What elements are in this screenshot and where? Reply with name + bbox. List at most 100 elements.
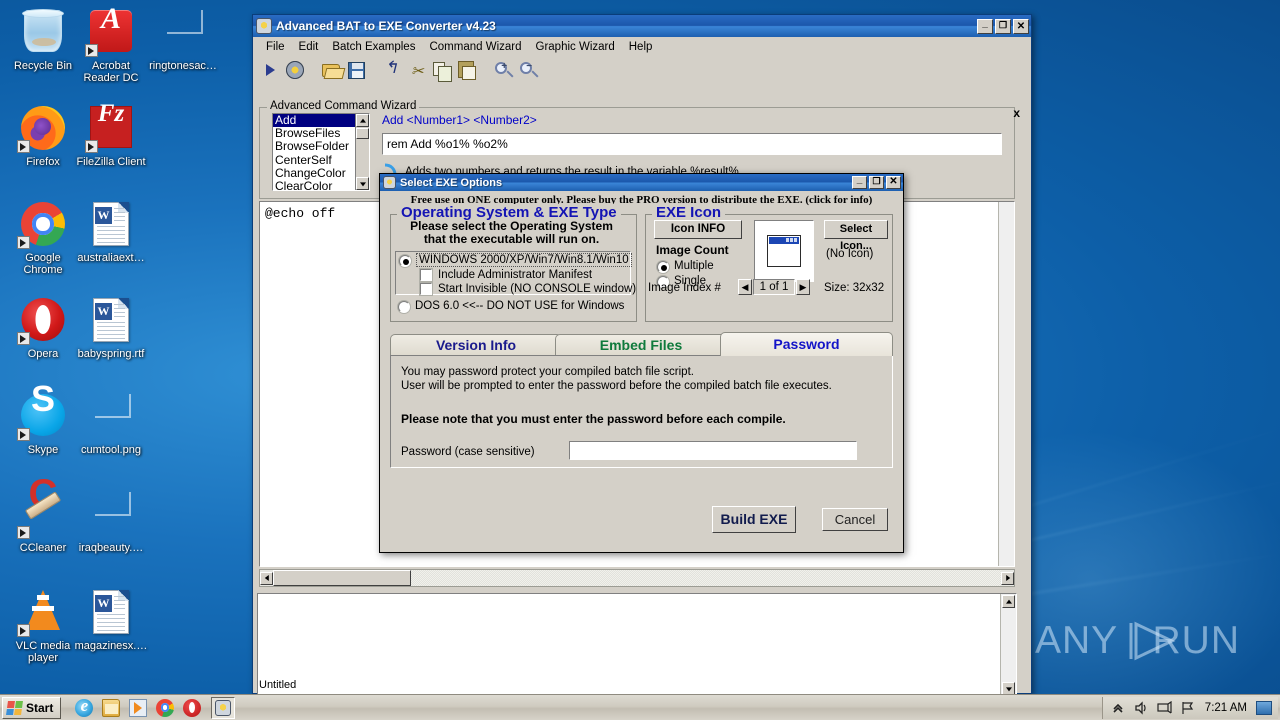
app-icon [215, 699, 232, 716]
command-wizard-close-button[interactable]: x [1013, 106, 1020, 120]
radio-multiple[interactable] [657, 261, 669, 273]
image-index-prev-button[interactable]: ◀ [738, 279, 752, 295]
desktop-icon-ringtonesac[interactable]: ringtonesac… [146, 8, 220, 72]
build-exe-button[interactable]: Build EXE [712, 506, 796, 533]
desktop-icon-skype[interactable]: Skype [6, 392, 80, 456]
password-tab-panel: You may password protect your compiled b… [390, 355, 893, 468]
recycle-bin-icon [6, 8, 80, 58]
start-button[interactable]: Start [2, 696, 62, 719]
menu-file[interactable]: File [259, 39, 292, 55]
desktop-icon-babyspring-rtf[interactable]: W babyspring.rtf [74, 296, 148, 360]
editor-vertical-scrollbar[interactable] [998, 202, 1014, 566]
dialog-close-button[interactable]: ✕ [886, 176, 901, 189]
network-icon[interactable] [1157, 700, 1173, 715]
dialog-window-buttons: _ ❐ ✕ [852, 174, 901, 189]
icon-info-button[interactable]: Icon INFO [654, 220, 742, 239]
checkbox-start-invisible[interactable] [420, 283, 432, 295]
close-button[interactable]: ✕ [1013, 18, 1029, 34]
operating-system-group: Operating System & EXE Type Please selec… [390, 204, 637, 322]
opera-icon[interactable] [183, 698, 202, 717]
compile-icon[interactable] [284, 59, 306, 81]
media-player-icon[interactable] [129, 698, 148, 717]
scroll-left-arrow-icon[interactable] [260, 571, 273, 585]
no-icon-label: (No Icon) [826, 248, 874, 260]
cancel-button[interactable]: Cancel [822, 508, 888, 531]
icon-size-label: Size: 32x32 [824, 282, 885, 294]
watermark-run-text: RUN [1152, 619, 1240, 662]
action-center-flag-icon[interactable] [1180, 701, 1196, 715]
desktop-icon-label: magazinesx.… [74, 640, 148, 652]
desktop-icon-opera[interactable]: Opera [6, 296, 80, 360]
scroll-down-arrow-icon[interactable] [356, 177, 369, 190]
menu-batch-examples[interactable]: Batch Examples [325, 39, 422, 55]
desktop-icon-google-chrome[interactable]: Google Chrome [6, 200, 80, 276]
explorer-icon[interactable] [102, 698, 121, 717]
desktop-icon-acrobat-reader[interactable]: Acrobat Reader DC [74, 8, 148, 84]
cut-icon[interactable]: ✂ [406, 59, 428, 81]
open-icon[interactable] [320, 59, 342, 81]
save-icon[interactable] [345, 59, 367, 81]
windows-option-box: WINDOWS 2000/XP/Win7/Win8.1/Win10 Includ… [395, 251, 636, 295]
menu-command-wizard[interactable]: Command Wizard [422, 39, 528, 55]
checkbox-admin-manifest-label[interactable]: Include Administrator Manifest [438, 269, 592, 281]
chrome-icon[interactable] [156, 698, 175, 717]
menu-help[interactable]: Help [622, 39, 660, 55]
volume-icon[interactable] [1134, 700, 1150, 715]
scrollbar-thumb[interactable] [356, 128, 369, 139]
editor-horizontal-scrollbar[interactable] [259, 569, 1015, 587]
dialog-titlebar[interactable]: Select EXE Options _ ❐ ✕ [380, 174, 903, 191]
desktop-icon-australiaext[interactable]: W australiaext… [74, 200, 148, 264]
paste-icon[interactable] [456, 59, 478, 81]
checkbox-admin-manifest[interactable] [420, 269, 432, 281]
dialog-minimize-button[interactable]: _ [852, 174, 867, 189]
tab-password[interactable]: Password [720, 332, 893, 356]
run-icon[interactable] [259, 59, 281, 81]
radio-windows-label[interactable]: WINDOWS 2000/XP/Win7/Win8.1/Win10 [416, 253, 632, 267]
select-icon-button[interactable]: Select Icon... [824, 220, 888, 252]
menu-edit[interactable]: Edit [292, 39, 326, 55]
desktop-icon-cumtool-png[interactable]: cumtool.png [74, 392, 148, 456]
radio-dos[interactable] [398, 301, 410, 313]
zoom-out-icon[interactable]: − [517, 59, 539, 81]
scrollbar-track[interactable] [273, 570, 1001, 586]
radio-multiple-label[interactable]: Multiple [674, 260, 714, 272]
menu-graphic-wizard[interactable]: Graphic Wizard [529, 39, 622, 55]
desktop-icon-iraqbeauty[interactable]: iraqbeauty.… [74, 490, 148, 554]
desktop-icon-label: iraqbeauty.… [78, 542, 144, 554]
main-window-titlebar[interactable]: Advanced BAT to EXE Converter v4.23 _ ❐ … [253, 15, 1031, 37]
ccleaner-icon [6, 488, 80, 540]
command-input-field[interactable]: rem Add %o1% %o2% [382, 133, 1002, 155]
dialog-maximize-button[interactable]: ❐ [869, 176, 884, 189]
toolbar: ✂ + − [253, 57, 1031, 83]
radio-windows[interactable] [399, 255, 411, 267]
desktop-icon-recycle-bin[interactable]: Recycle Bin [6, 8, 80, 72]
copy-icon[interactable] [431, 59, 453, 82]
scroll-up-arrow-icon[interactable] [1002, 595, 1015, 608]
desktop-icon-vlc-media-player[interactable]: VLC media player [6, 588, 80, 664]
zoom-in-icon[interactable]: + [492, 59, 514, 81]
image-index-next-button[interactable]: ▶ [796, 279, 810, 295]
command-list[interactable]: Add BrowseFiles BrowseFolder CenterSelf … [272, 113, 370, 191]
maximize-button[interactable]: ❐ [995, 18, 1011, 34]
desktop-icon-ccleaner[interactable]: CCleaner [6, 488, 80, 554]
scroll-up-arrow-icon[interactable] [356, 114, 369, 127]
command-list-scrollbar[interactable] [355, 114, 369, 190]
scroll-right-arrow-icon[interactable] [1001, 571, 1014, 585]
checkbox-start-invisible-label[interactable]: Start Invisible (NO CONSOLE window) [438, 283, 636, 295]
taskbar-clock[interactable]: 7:21 AM [1205, 702, 1247, 714]
shortcut-arrow-icon [17, 526, 30, 539]
password-input[interactable] [569, 441, 857, 460]
show-hidden-icons-icon[interactable] [1111, 701, 1127, 715]
desktop-icon-filezilla[interactable]: FileZilla Client [74, 104, 148, 168]
undo-icon[interactable] [381, 58, 403, 81]
tab-version-info[interactable]: Version Info [390, 334, 562, 356]
scrollbar-thumb[interactable] [273, 570, 411, 586]
taskbar-button-advanced-bat-to-exe-converter[interactable] [211, 696, 236, 719]
show-desktop-button[interactable] [1256, 700, 1272, 715]
desktop-icon-firefox[interactable]: Firefox [6, 104, 80, 168]
tab-embed-files[interactable]: Embed Files [555, 334, 727, 356]
minimize-button[interactable]: _ [977, 18, 993, 34]
radio-dos-label[interactable]: DOS 6.0 <<-- DO NOT USE for Windows [415, 300, 624, 312]
desktop-icon-magazinesx[interactable]: W magazinesx.… [74, 588, 148, 652]
internet-explorer-icon[interactable] [75, 696, 94, 717]
